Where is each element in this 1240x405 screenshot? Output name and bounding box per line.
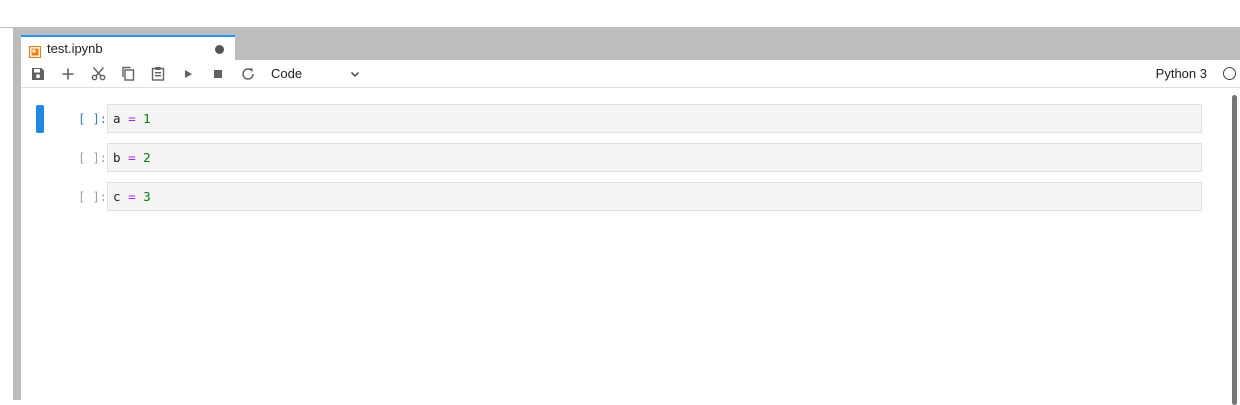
scissors-icon — [91, 67, 105, 81]
code-variable: a — [113, 111, 121, 126]
copy-button[interactable] — [113, 62, 143, 86]
code-number: 2 — [143, 150, 151, 165]
restart-button[interactable] — [233, 62, 263, 86]
code-cell[interactable]: [ ]: b = 2 — [21, 143, 1211, 173]
input-prompt: [ ]: — [78, 151, 107, 165]
notebook-panel: Code Python 3 [ ]: a = 1 [ ]: b = 2 [ ]:… — [21, 60, 1240, 405]
code-operator: = — [128, 150, 136, 165]
cell-editor[interactable]: c = 3 — [107, 182, 1202, 211]
kernel-name-button[interactable]: Python 3 — [1156, 66, 1207, 81]
cell-editor[interactable]: b = 2 — [107, 143, 1202, 172]
code-cell[interactable]: [ ]: c = 3 — [21, 182, 1211, 212]
input-prompt: [ ]: — [78, 190, 107, 204]
cell-type-dropdown[interactable]: Code — [271, 63, 361, 85]
code-number: 1 — [143, 111, 151, 126]
code-operator: = — [128, 189, 136, 204]
notebook-cells-area[interactable]: [ ]: a = 1 [ ]: b = 2 [ ]: c = 3 — [21, 89, 1240, 405]
save-icon — [32, 67, 44, 80]
code-variable: b — [113, 150, 121, 165]
code-cell[interactable]: [ ]: a = 1 — [21, 104, 1211, 134]
code-number: 3 — [143, 189, 151, 204]
copy-icon — [122, 66, 135, 81]
run-button[interactable] — [173, 62, 203, 86]
notebook-icon — [28, 43, 42, 58]
tab-bar: test.ipynb — [14, 28, 1240, 60]
unsaved-indicator-icon[interactable] — [215, 45, 224, 54]
chevron-down-icon — [350, 71, 360, 77]
main-dock-area: test.ipynb Code Python 3 []: a = 1 []:… — [14, 28, 1240, 405]
insert-cell-button[interactable] — [53, 62, 83, 86]
code-operator: = — [128, 111, 136, 126]
tab-test-notebook[interactable]: test.ipynb — [21, 35, 235, 60]
code-variable: c — [113, 189, 121, 204]
input-prompt: [ ]: — [78, 112, 107, 126]
notebook-toolbar: Code Python 3 — [21, 60, 1240, 88]
refresh-icon — [242, 67, 254, 80]
cell-editor[interactable]: a = 1 — [107, 104, 1202, 133]
cut-button[interactable] — [83, 62, 113, 86]
tab-title: test.ipynb — [47, 41, 103, 56]
stop-icon — [214, 69, 222, 78]
top-menu-bar — [0, 0, 1240, 28]
cell-collapser[interactable] — [36, 105, 44, 133]
paste-button[interactable] — [143, 62, 173, 86]
play-icon — [185, 69, 192, 78]
interrupt-button[interactable] — [203, 62, 233, 86]
kernel-status-icon — [1223, 67, 1236, 80]
save-button[interactable] — [23, 62, 53, 86]
left-sidebar — [0, 28, 14, 400]
paste-icon — [151, 67, 165, 81]
cell-type-value: Code — [271, 66, 303, 81]
plus-icon — [62, 68, 74, 79]
vertical-scrollbar[interactable] — [1232, 95, 1237, 405]
